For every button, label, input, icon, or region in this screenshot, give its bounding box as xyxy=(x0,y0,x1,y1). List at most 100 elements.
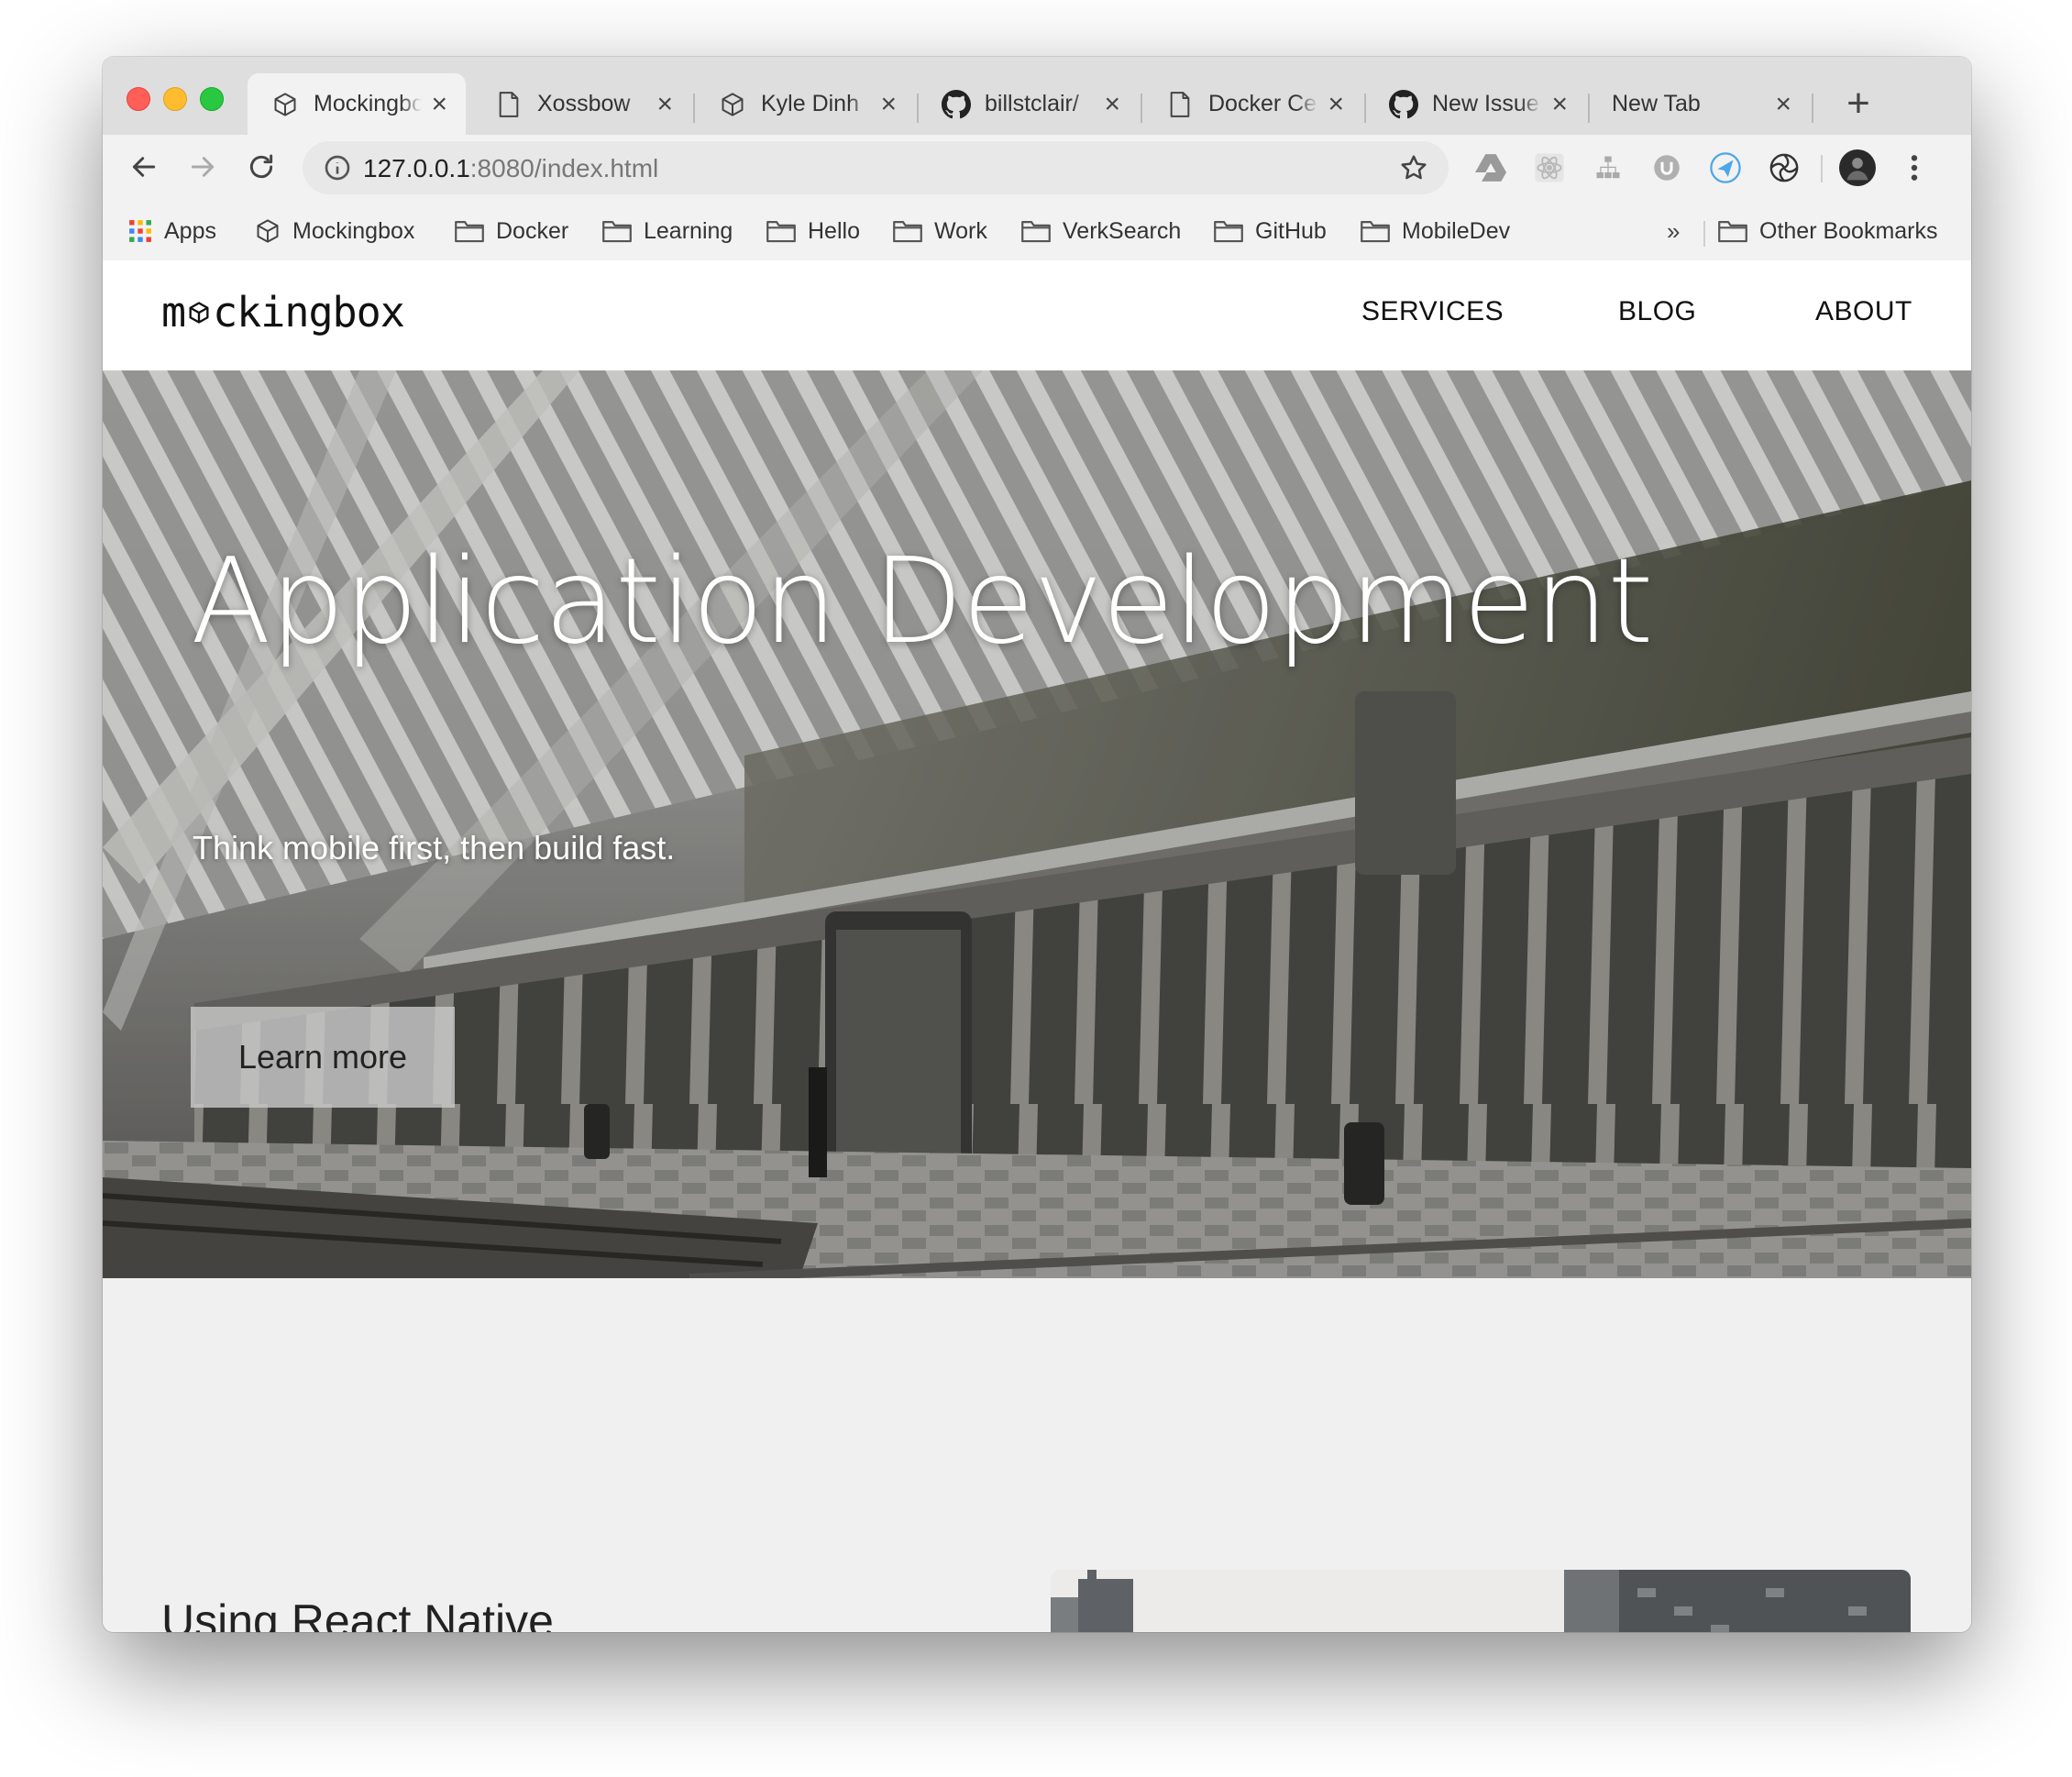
tab-close-icon[interactable]: × xyxy=(656,90,673,118)
paper-plane-icon xyxy=(1710,152,1741,183)
close-window-button[interactable] xyxy=(127,87,150,111)
sitemap-extension[interactable] xyxy=(1588,148,1628,188)
tab-close-icon[interactable]: × xyxy=(1104,90,1120,118)
other-bookmarks[interactable]: Other Bookmarks xyxy=(1718,214,1938,248)
tab-close-icon[interactable]: × xyxy=(1328,90,1344,118)
tab-title: billstclair/ xyxy=(985,91,1079,116)
bookmark-label: VerkSearch xyxy=(1063,217,1182,244)
google-drive-extension[interactable] xyxy=(1471,148,1511,188)
tab-close-icon[interactable]: × xyxy=(1551,90,1568,118)
tab-title: Mockingbox xyxy=(314,91,423,116)
logo-text-start: m xyxy=(161,288,186,337)
hero-section: Application Development Think mobile fir… xyxy=(103,370,1971,1278)
forward-button[interactable] xyxy=(180,144,226,190)
back-arrow-icon xyxy=(132,157,156,177)
logo-text-end: ckingbox xyxy=(213,288,405,337)
nav-services[interactable]: SERVICES xyxy=(1361,296,1504,327)
reload-button[interactable] xyxy=(238,144,284,190)
document-icon xyxy=(1164,91,1196,117)
github-icon xyxy=(941,89,972,119)
new-tab-button[interactable]: + xyxy=(1835,83,1881,128)
folder-icon xyxy=(1021,219,1051,243)
react-devtools-extension[interactable] xyxy=(1529,148,1570,188)
section-title: Using React Native xyxy=(161,1595,554,1632)
info-icon[interactable] xyxy=(323,153,352,182)
tab-mockingbox[interactable]: Mockingbox × xyxy=(248,73,466,135)
chromatic-extension[interactable] xyxy=(1764,148,1804,188)
forward-arrow-icon xyxy=(191,157,215,177)
bookmark-folder-verksearch[interactable]: VerkSearch xyxy=(1021,214,1181,248)
folder-icon xyxy=(893,219,922,243)
learn-more-button[interactable]: Learn more xyxy=(191,1007,455,1108)
browser-chrome: Mockingbox × Xossbow × Kyle Dinh × xyxy=(103,57,1971,261)
toolbar-separator xyxy=(1821,155,1823,182)
bookmark-label: Docker xyxy=(496,217,569,244)
more-vertical-icon xyxy=(1911,155,1918,181)
tab-xossbow[interactable]: Xossbow × xyxy=(471,73,691,135)
tab-title: New Tab xyxy=(1612,91,1701,116)
bookmark-star-icon[interactable] xyxy=(1399,153,1428,182)
tab-close-icon[interactable]: × xyxy=(880,90,897,118)
bookmark-apps[interactable]: Apps xyxy=(128,214,216,248)
tab-new-issue[interactable]: New Issue × xyxy=(1366,73,1586,135)
bookmark-label: Mockingbox xyxy=(292,217,415,244)
bookmark-label: Hello xyxy=(808,217,860,244)
tab-new-tab[interactable]: New Tab × xyxy=(1590,73,1810,135)
folder-icon xyxy=(766,219,796,243)
tab-separator xyxy=(1812,94,1813,123)
tab-kyle-dinh[interactable]: Kyle Dinh × xyxy=(695,73,915,135)
hero-background-image xyxy=(103,370,1971,1278)
cube-icon xyxy=(255,218,281,244)
url-path: :8080/index.html xyxy=(469,154,659,182)
bookmark-mockingbox[interactable]: Mockingbox xyxy=(255,214,414,248)
cube-icon xyxy=(270,92,301,117)
back-button[interactable] xyxy=(121,144,167,190)
bookmarks-overflow-chevron[interactable]: » xyxy=(1667,217,1680,246)
folder-icon xyxy=(1361,219,1390,243)
github-icon xyxy=(1388,89,1419,119)
bookmark-label: Other Bookmarks xyxy=(1759,217,1938,244)
tab-close-icon[interactable]: × xyxy=(431,90,447,118)
browser-window: Mockingbox × Xossbow × Kyle Dinh × xyxy=(103,57,1971,1632)
bookmark-label: Work xyxy=(934,217,987,244)
send-extension[interactable] xyxy=(1705,148,1746,188)
bookmark-folder-work[interactable]: Work xyxy=(893,214,987,248)
minimize-window-button[interactable] xyxy=(163,87,187,111)
bookmark-folder-hello[interactable]: Hello xyxy=(766,214,860,248)
drive-icon xyxy=(1475,154,1506,182)
bookmark-folder-docker[interactable]: Docker xyxy=(455,214,568,248)
browser-toolbar: 127.0.0.1:8080/index.html xyxy=(103,135,1971,203)
bookmark-folder-learning[interactable]: Learning xyxy=(602,214,733,248)
browser-menu-button[interactable] xyxy=(1894,148,1934,188)
site-logo[interactable]: m ckingbox xyxy=(161,288,405,337)
avatar xyxy=(1839,149,1876,186)
profile-avatar-button[interactable] xyxy=(1837,148,1878,188)
ublock-icon xyxy=(1654,155,1680,181)
bookmark-label: Learning xyxy=(644,217,733,244)
bookmarks-bar: Apps Mockingbox Docker Learning Hello Wo… xyxy=(103,203,1971,259)
swirl-icon xyxy=(1769,153,1799,182)
tab-billstclair[interactable]: billstclair/ × xyxy=(919,73,1139,135)
bookmark-folder-github[interactable]: GitHub xyxy=(1214,214,1327,248)
tab-title: Xossbow xyxy=(537,91,631,116)
bookmark-label: GitHub xyxy=(1255,217,1327,244)
section-image xyxy=(1051,1570,1911,1632)
tab-docker-ce[interactable]: Docker Ce × xyxy=(1142,73,1362,135)
tab-close-icon[interactable]: × xyxy=(1775,90,1791,118)
sitemap-icon xyxy=(1596,156,1620,179)
nav-about[interactable]: ABOUT xyxy=(1815,296,1912,327)
zoom-window-button[interactable] xyxy=(200,87,224,111)
react-icon xyxy=(1535,153,1564,182)
hero-subtitle: Think mobile first, then build fast. xyxy=(193,829,676,866)
bookmark-label: MobileDev xyxy=(1402,217,1511,244)
folder-icon xyxy=(455,219,484,243)
site-navbar: m ckingbox SERVICES BLOG ABOUT xyxy=(103,260,1971,370)
nav-blog[interactable]: BLOG xyxy=(1618,296,1696,327)
address-bar[interactable]: 127.0.0.1:8080/index.html xyxy=(303,141,1449,194)
bookmark-folder-mobiledev[interactable]: MobileDev xyxy=(1361,214,1510,248)
document-icon xyxy=(493,91,524,117)
ublock-extension[interactable] xyxy=(1647,148,1687,188)
tab-strip: Mockingbox × Xossbow × Kyle Dinh × xyxy=(103,57,1971,135)
folder-icon xyxy=(1214,219,1243,243)
tab-title: Docker Ce xyxy=(1208,91,1317,116)
